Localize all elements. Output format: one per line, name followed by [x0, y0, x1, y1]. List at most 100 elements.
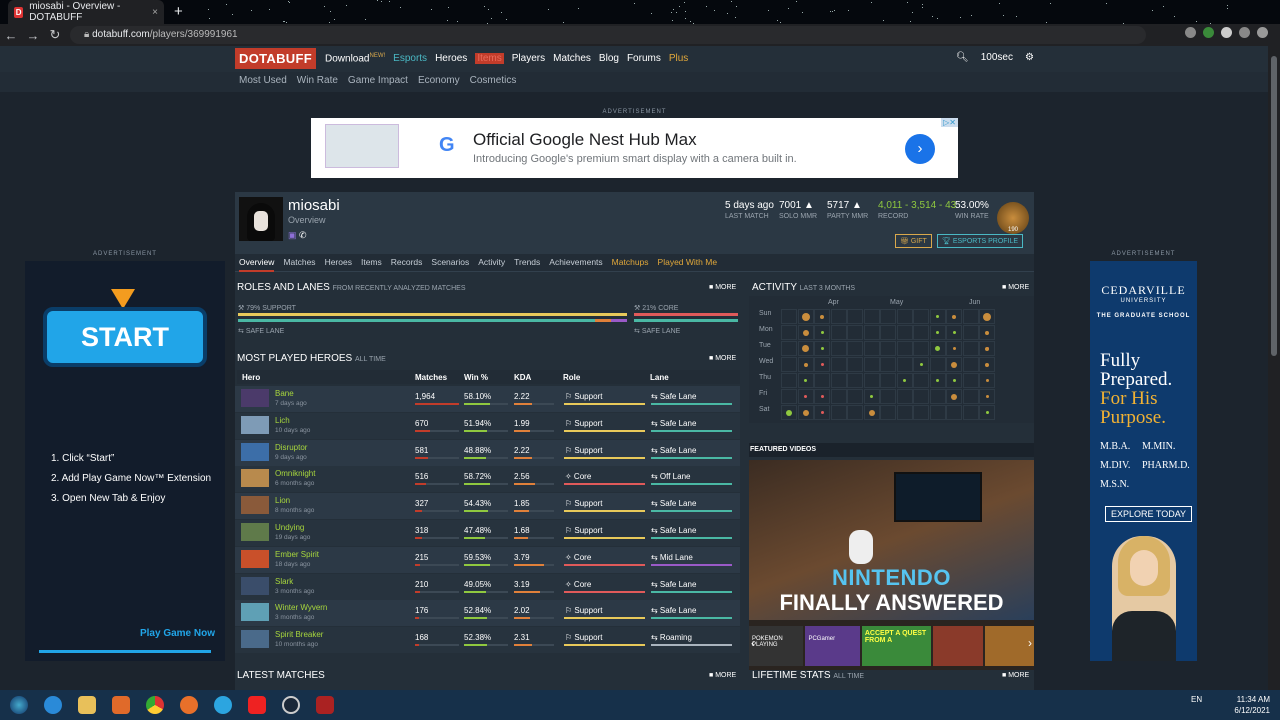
dotabuff-logo[interactable]: DOTABUFF [235, 48, 316, 69]
activity-cell[interactable] [847, 341, 863, 356]
tab-heroes[interactable]: Heroes [325, 254, 352, 272]
activity-cell[interactable] [929, 389, 946, 404]
hero-name[interactable]: Disruptor [275, 443, 307, 452]
table-row[interactable]: Bane 7 days ago 1,964 58.10% 2.22 ⚐ Support ⇆ … [235, 386, 740, 412]
col-hero[interactable]: Hero [242, 373, 260, 382]
heroes-more-link[interactable]: ■ MORE [709, 355, 736, 362]
firefox-icon[interactable] [174, 692, 204, 718]
clock-date[interactable]: 6/12/2021 [1234, 706, 1270, 715]
esports-profile-button[interactable]: 🏆︎ ESPORTS PROFILE [937, 234, 1024, 248]
activity-cell[interactable] [830, 389, 847, 404]
reload-icon[interactable]: ↻ [44, 27, 66, 43]
nav-esports[interactable]: Esports [393, 53, 427, 64]
activity-cell[interactable] [962, 341, 979, 356]
language-indicator[interactable]: EN [1191, 695, 1202, 704]
phone-icon[interactable]: ✆ [299, 230, 307, 240]
lifetime-more-link[interactable]: ■ MORE [1002, 672, 1029, 679]
nav-download[interactable]: DownloadNEW! [325, 53, 385, 64]
table-row[interactable]: Undying 19 days ago 318 47.48% 1.68 ⚐ Support… [235, 520, 740, 546]
subnav-win-rate[interactable]: Win Rate [297, 75, 338, 86]
activity-cell[interactable] [880, 357, 896, 372]
tab-trends[interactable]: Trends [514, 254, 540, 272]
video-thumb[interactable] [984, 626, 1034, 666]
extension-icon[interactable] [1203, 27, 1214, 38]
video-thumb[interactable]: PCGamer [805, 626, 860, 666]
activity-cell[interactable] [962, 309, 979, 324]
roles-more-link[interactable]: ■ MORE [709, 284, 736, 291]
table-row[interactable]: Omniknight 6 months ago 516 58.72% 2.56 ✧ Cor… [235, 466, 740, 493]
subnav-economy[interactable]: Economy [418, 75, 460, 86]
activity-cell[interactable] [847, 357, 863, 372]
forward-icon[interactable]: → [22, 28, 44, 43]
hero-name[interactable]: Ember Spirit [275, 550, 319, 559]
activity-cell[interactable] [913, 341, 929, 356]
col-kda[interactable]: KDA [514, 373, 531, 382]
twitch-icon[interactable]: ▣ [288, 230, 297, 240]
hero-name[interactable]: Spirit Breaker [275, 630, 323, 639]
browser-tab[interactable]: D miosabi - Overview - DOTABUFF × [8, 0, 164, 24]
new-tab-button[interactable]: + [174, 3, 183, 20]
page-scrollbar[interactable] [1268, 46, 1280, 690]
tab-overview[interactable]: Overview [239, 254, 275, 272]
activity-cell[interactable] [830, 325, 847, 340]
video-thumb[interactable] [933, 626, 983, 666]
explore-today-button[interactable]: EXPLORE TODAY [1105, 506, 1193, 522]
activity-more-link[interactable]: ■ MORE [1002, 284, 1029, 291]
activity-cell[interactable] [929, 357, 946, 372]
hero-portrait-icon[interactable] [241, 549, 269, 568]
activity-cell[interactable] [781, 357, 797, 372]
activity-cell[interactable] [863, 309, 880, 324]
address-bar[interactable]: 🔒︎ dotabuff.com/players/369991961 [70, 26, 1146, 44]
hero-portrait-icon[interactable] [241, 469, 269, 488]
subnav-game-impact[interactable]: Game Impact [348, 75, 408, 86]
table-row[interactable]: Ember Spirit 18 days ago 215 59.53% 3.79 ✧ Co… [235, 546, 740, 573]
dota2-icon[interactable] [310, 692, 340, 718]
search-icon[interactable]: 🔍︎ [956, 52, 969, 63]
nav-items[interactable]: Items [475, 53, 504, 65]
nav-players[interactable]: Players [512, 53, 545, 64]
extension-icon[interactable] [1221, 27, 1232, 38]
hero-name[interactable]: Lich [275, 416, 290, 425]
media-player-icon[interactable] [106, 692, 136, 718]
activity-cell[interactable] [880, 389, 896, 404]
puzzle-icon[interactable] [1239, 27, 1250, 38]
activity-cell[interactable] [896, 341, 913, 356]
activity-cell[interactable] [863, 341, 880, 356]
activity-cell[interactable] [896, 405, 913, 420]
featured-video-player[interactable]: NINTENDO FINALLY ANSWERED POKEMON PLAYIN… [749, 460, 1034, 670]
table-row[interactable]: Winter Wyvern 3 months ago 176 52.84% 2.02 ⚐ … [235, 600, 740, 627]
hero-name[interactable]: Bane [275, 389, 294, 398]
hero-portrait-icon[interactable] [241, 576, 269, 595]
google-nest-ad[interactable]: G Official Google Nest Hub Max Introduci… [311, 118, 958, 178]
chevron-right-icon[interactable]: › [905, 134, 935, 164]
tab-scenarios[interactable]: Scenarios [431, 254, 469, 272]
table-row[interactable]: Lion 8 months ago 327 54.43% 1.85 ⚐ Support ⇆ … [235, 493, 740, 520]
chevron-right-icon[interactable]: › [1028, 636, 1032, 650]
back-icon[interactable]: ← [0, 28, 22, 43]
activity-cell[interactable] [962, 357, 979, 372]
activity-cell[interactable] [830, 309, 847, 324]
activity-cell[interactable] [781, 389, 797, 404]
tab-matches[interactable]: Matches [283, 254, 315, 272]
hero-name[interactable]: Slark [275, 577, 293, 586]
activity-cell[interactable] [896, 309, 913, 324]
hero-portrait-icon[interactable] [241, 389, 269, 407]
tab-matchups[interactable]: Matchups [612, 254, 649, 272]
hero-portrait-icon[interactable] [241, 442, 269, 461]
activity-cell[interactable] [880, 373, 896, 388]
activity-cell[interactable] [830, 341, 847, 356]
start-button[interactable]: START [43, 307, 207, 367]
activity-cell[interactable] [880, 325, 896, 340]
activity-cell[interactable] [962, 373, 979, 388]
activity-cell[interactable] [781, 341, 797, 356]
ad-choices-icon[interactable]: ▷✕ [941, 118, 958, 127]
hero-name[interactable]: Omniknight [275, 469, 315, 478]
telegram-icon[interactable] [208, 692, 238, 718]
activity-cell[interactable] [929, 405, 946, 420]
hero-portrait-icon[interactable] [241, 630, 269, 649]
gift-button[interactable]: 🎁︎ GIFT [895, 234, 932, 248]
activity-cell[interactable] [781, 309, 797, 324]
activity-cell[interactable] [830, 405, 847, 420]
gear-icon[interactable]: ⚙ [1025, 52, 1034, 63]
video-thumb[interactable]: ACCEPT A QUEST FROM A [861, 626, 932, 666]
